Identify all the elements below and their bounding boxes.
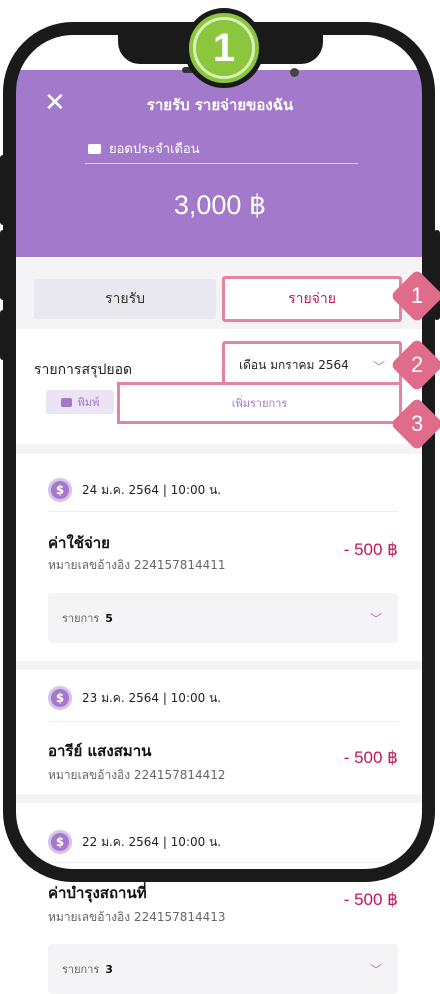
callout-number: 2 [410, 352, 424, 377]
balance-label: ยอดประจำเดือน [88, 138, 200, 159]
card-divider [48, 721, 398, 722]
transaction-date: 23 ม.ค. 2564 | 10:00 น. [82, 690, 222, 705]
phone-side-button [0, 310, 6, 360]
phone-side-button [434, 230, 440, 320]
transaction-date-row: $ 23 ม.ค. 2564 | 10:00 น. [48, 686, 221, 710]
card-divider [48, 511, 398, 512]
transaction-ref: หมายเลขอ้างอิง 224157814412 [48, 768, 226, 782]
transaction-ref: หมายเลขอ้างอิง 224157814411 [48, 558, 226, 572]
transaction-date: 22 ม.ค. 2564 | 10:00 น. [82, 834, 222, 849]
items-count: 5 [105, 611, 113, 625]
print-label: พิมพ์ [77, 396, 100, 409]
transaction-date-row: $ 24 ม.ค. 2564 | 10:00 น. [48, 478, 221, 502]
phone-camera [290, 68, 299, 77]
transaction-amount: - 500 ฿ [343, 890, 398, 909]
transaction-ref: หมายเลขอ้างอิง 224157814413 [48, 910, 226, 924]
items-label: รายการ [62, 612, 100, 625]
chevron-down-icon: ﹀ [369, 962, 382, 977]
tab-income[interactable]: รายรับ [34, 279, 216, 319]
tab-expense[interactable]: รายจ่าย [222, 276, 402, 322]
callout-number: 1 [410, 283, 424, 308]
balance-label-text: ยอดประจำเดือน [109, 142, 200, 157]
step-badge: 1 [184, 8, 264, 88]
add-item-button[interactable]: เพิ่มรายการ [117, 382, 402, 424]
transaction-date: 24 ม.ค. 2564 | 10:00 น. [82, 482, 222, 497]
card-divider [48, 862, 398, 863]
chevron-down-icon: ﹀ [372, 360, 385, 374]
callout-number: 3 [410, 411, 424, 436]
transaction-name: ค่าใช้จ่าย [48, 534, 110, 552]
transaction-name: ค่าบำรุงสถานที่ [48, 884, 147, 902]
items-label: รายการ [62, 963, 100, 976]
phone-side-button [0, 230, 6, 300]
chevron-down-icon: ﹀ [369, 611, 382, 626]
coin-icon: $ [48, 478, 72, 502]
page-title: รายรับ รายจ่ายของฉัน [146, 96, 294, 114]
phone-side-button [0, 155, 6, 225]
transaction-amount: - 500 ฿ [343, 540, 398, 559]
transaction-amount: - 500 ฿ [343, 748, 398, 767]
items-count: 3 [105, 962, 113, 976]
header-divider [85, 163, 358, 164]
month-select-value: เดือน มกราคม 2564 [239, 357, 349, 372]
printer-icon [60, 397, 72, 407]
summary-label: รายการสรุปยอด [34, 362, 133, 378]
coin-icon: $ [48, 830, 72, 854]
print-button[interactable]: พิมพ์ [46, 390, 114, 414]
transaction-items-dropdown[interactable]: รายการ 5 ﹀ [48, 593, 398, 643]
transaction-date-row: $ 22 ม.ค. 2564 | 10:00 น. [48, 830, 221, 854]
transaction-items-dropdown[interactable]: รายการ 3 ﹀ [48, 944, 398, 994]
coin-icon: $ [48, 686, 72, 710]
step-badge-number: 1 [212, 25, 236, 70]
transaction-name: อารีย์ แสงสมาน [48, 742, 152, 760]
wallet-icon [88, 143, 101, 154]
balance-amount: 3,000 ฿ [173, 190, 267, 220]
